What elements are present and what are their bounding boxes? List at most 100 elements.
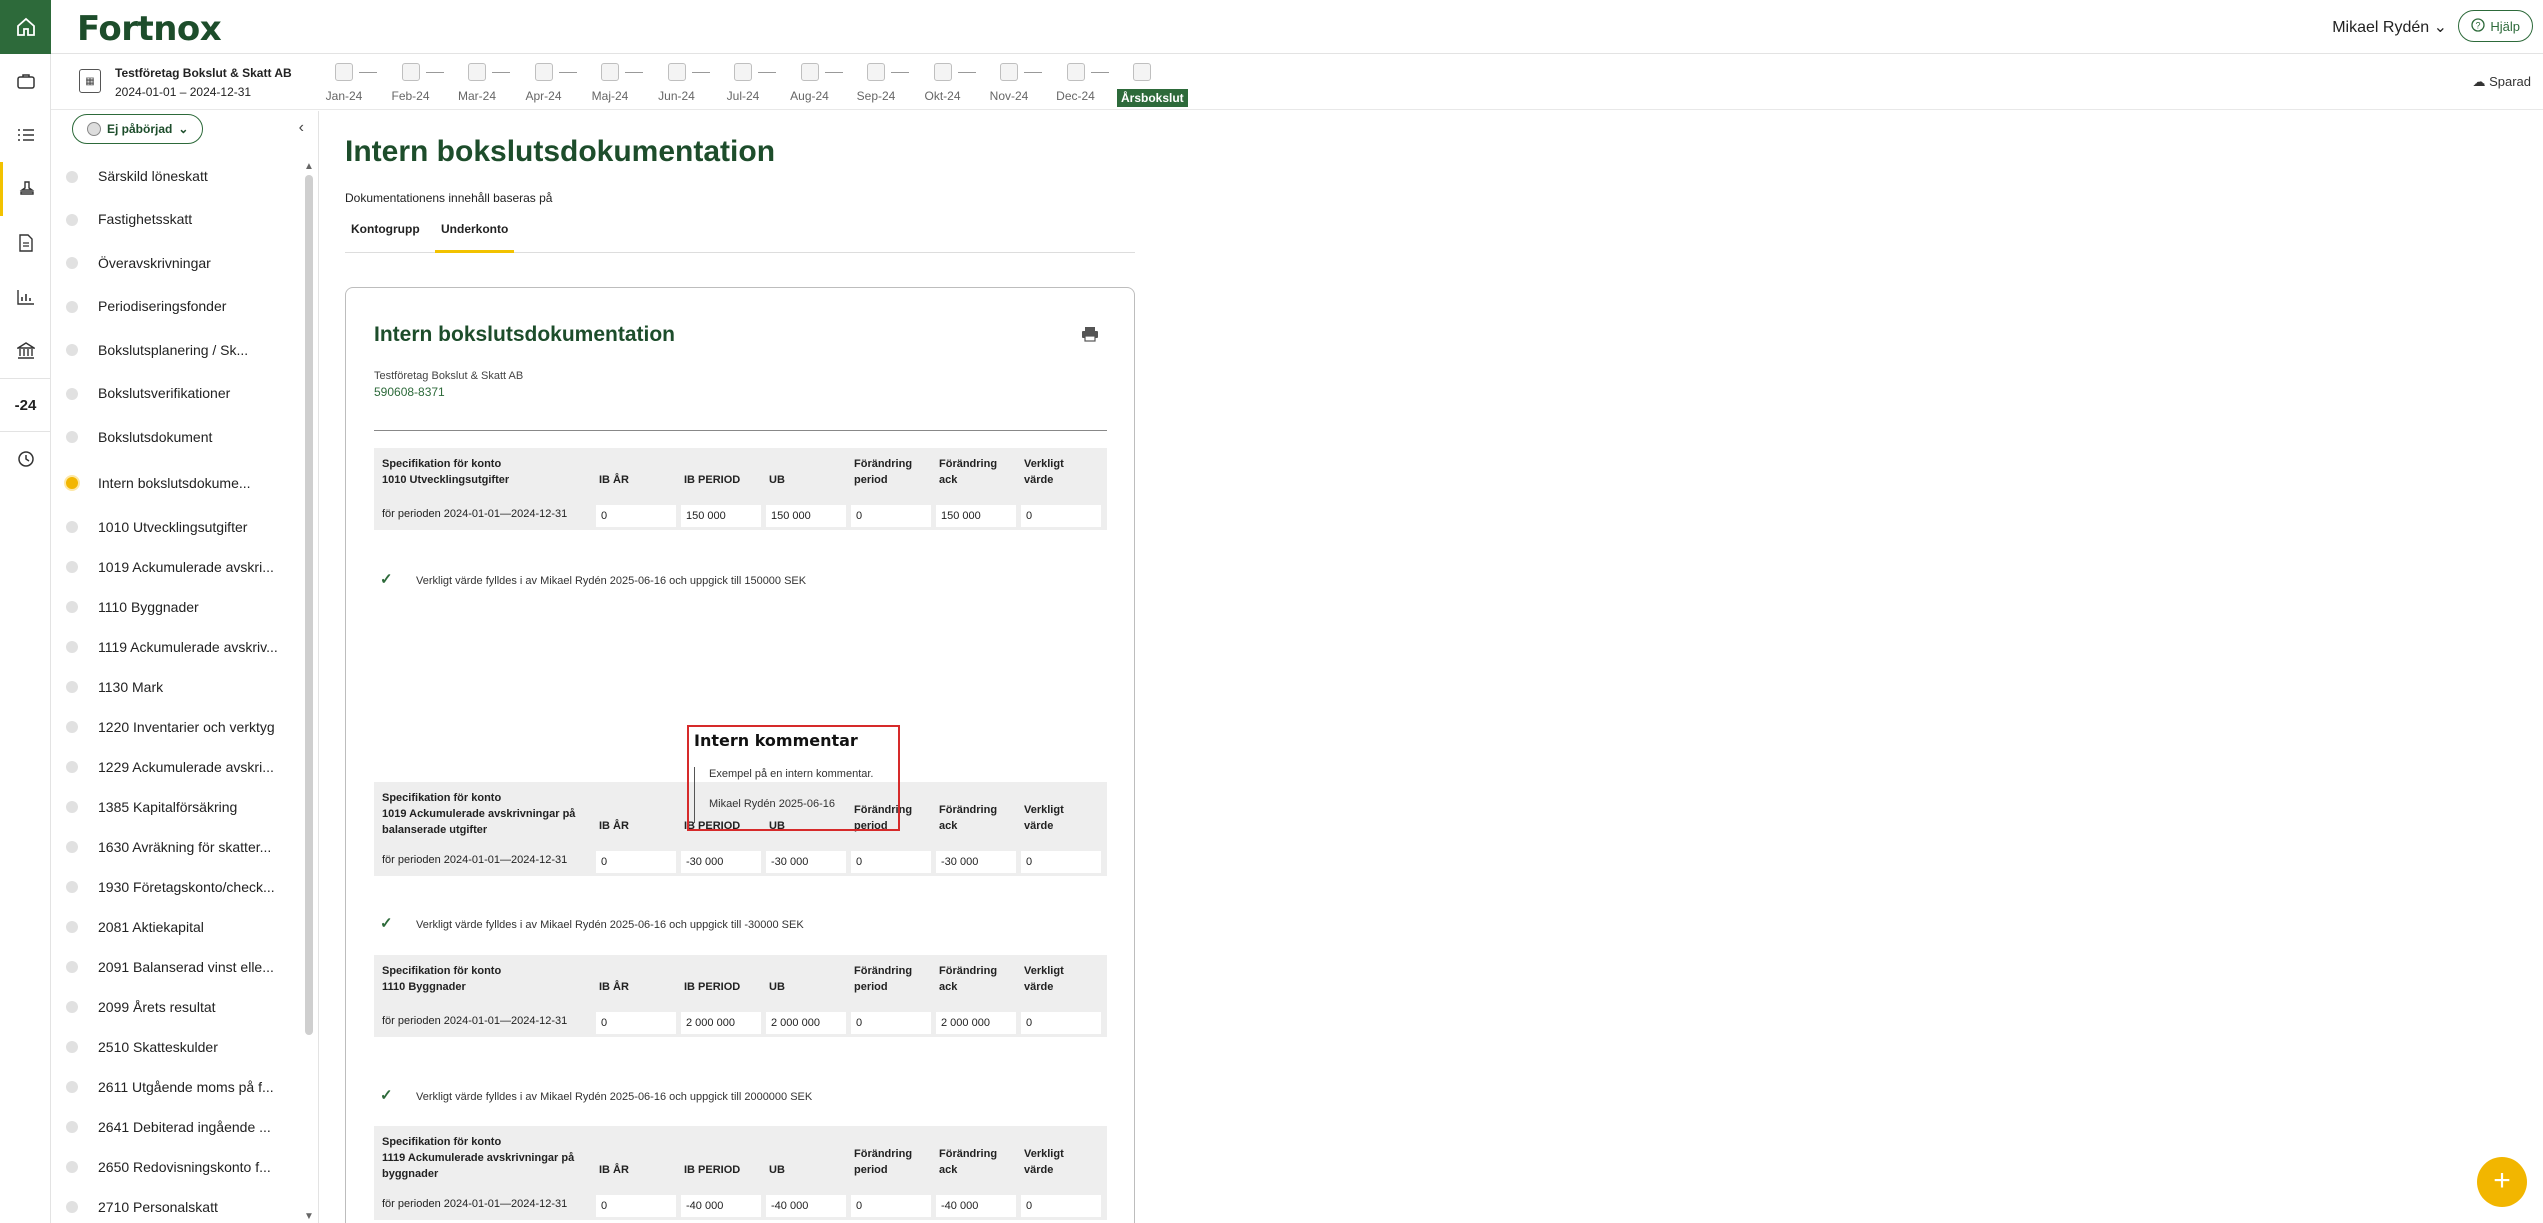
spec-value-cell: 0 — [851, 505, 931, 527]
sidebar-item[interactable]: Bokslutsdokument — [52, 415, 302, 459]
sidebar-item[interactable]: Särskild löneskatt — [52, 155, 302, 198]
sidebar-item[interactable]: 2091 Balanserad vinst elle... — [52, 947, 302, 987]
month-label: Dec-24 — [1056, 89, 1095, 103]
status-bullet-icon — [66, 1041, 78, 1053]
spec-value-cell: -40 000 — [681, 1195, 761, 1217]
home-icon[interactable] — [0, 0, 51, 54]
spec-column-header: Verkligt värde — [1024, 1148, 1064, 1176]
month-9[interactable]: Okt-24 — [918, 63, 968, 103]
check-icon: ✓ — [380, 1087, 393, 1104]
collapse-sidebar-icon[interactable]: ‹ — [299, 119, 304, 137]
spec-value-cell: 0 — [851, 1012, 931, 1034]
month-5[interactable]: Jun-24 — [652, 63, 702, 103]
month-0[interactable]: Jan-24 — [319, 63, 369, 103]
document-icon[interactable] — [0, 216, 51, 270]
month-10[interactable]: Nov-24 — [984, 63, 1034, 103]
sidebar-item[interactable]: Intern bokslutsdokume... — [52, 459, 302, 507]
timeline-connector — [891, 72, 909, 73]
status-dropdown[interactable]: Ej påbörjad ⌄ — [72, 114, 204, 144]
spec-row: för perioden 2024-01-01—2024-12-31 0 150 0… — [374, 500, 1107, 530]
verification-text: Verkligt värde fylldes i av Mikael Rydén… — [416, 919, 804, 931]
calendar-lock-icon — [867, 63, 885, 81]
history-icon[interactable] — [0, 432, 51, 486]
sidebar-item[interactable]: 2710 Personalskatt — [52, 1187, 302, 1223]
month-label: Mar-24 — [457, 89, 496, 103]
sidebar-item[interactable]: 1019 Ackumulerade avskri... — [52, 547, 302, 587]
sidebar-item[interactable]: 1010 Utvecklingsutgifter — [52, 507, 302, 547]
status-bullet-icon — [66, 257, 78, 269]
sidebar-item[interactable]: 1130 Mark — [52, 667, 302, 707]
fair-value-input[interactable]: 0 — [1021, 1195, 1101, 1217]
sidebar-item[interactable]: 1110 Byggnader — [52, 587, 302, 627]
spec-value-cell: 150 000 — [936, 505, 1016, 527]
spec-column-header: Verkligt värde — [1024, 458, 1064, 486]
spec-column-header: Förändring ack — [939, 458, 998, 486]
sidebar-item-label: 2091 Balanserad vinst elle... — [98, 959, 274, 975]
fair-value-input[interactable]: 0 — [1021, 505, 1101, 527]
month-4[interactable]: Maj-24 — [585, 63, 635, 103]
bank-icon[interactable] — [0, 324, 51, 378]
saved-status: ☁ Sparad — [2472, 74, 2531, 90]
main-content: Intern bokslutsdokumentation Dokumentati… — [320, 111, 2543, 1223]
help-button[interactable]: ? Hjälp — [2458, 10, 2533, 42]
tab-underkonto[interactable]: Underkonto — [435, 219, 515, 253]
top-bar: Fortnox Mikael Rydén ⌄ ? Hjälp — [51, 0, 2543, 54]
month-11[interactable]: Dec-24 — [1051, 63, 1101, 103]
divider — [374, 430, 1107, 431]
status-bullet-icon — [66, 387, 78, 400]
month-12[interactable]: Årsbokslut — [1117, 63, 1188, 107]
tab-kontogrupp[interactable]: Kontogrupp — [345, 219, 426, 253]
calendar-lock-icon — [534, 63, 553, 81]
year-selector[interactable]: -24 — [0, 378, 51, 432]
sidebar-item-label: Fastighetsskatt — [98, 211, 193, 227]
stamp-icon[interactable] — [0, 162, 51, 216]
internal-comment: Intern kommentar Exempel på en intern ko… — [687, 725, 900, 831]
month-2[interactable]: Mar-24 — [452, 63, 502, 103]
print-icon[interactable] — [1081, 326, 1099, 347]
saved-label: Sparad — [2489, 74, 2531, 89]
fair-value-input[interactable]: 0 — [1021, 851, 1101, 873]
sidebar-item[interactable]: 1630 Avräkning för skatter... — [52, 827, 302, 867]
scroll-up-icon[interactable]: ▲ — [304, 161, 314, 172]
status-bullet-icon — [66, 681, 78, 693]
comment-quote-bar — [694, 767, 695, 823]
sidebar-item[interactable]: 1220 Inventarier och verktyg — [52, 707, 302, 747]
scroll-down-icon[interactable]: ▼ — [304, 1211, 314, 1222]
chart-icon[interactable] — [0, 270, 51, 324]
month-8[interactable]: Sep-24 — [851, 63, 901, 103]
month-6[interactable]: Jul-24 — [718, 63, 768, 103]
month-label: Aug-24 — [790, 89, 829, 103]
month-7[interactable]: Aug-24 — [785, 63, 835, 103]
sidebar-item[interactable]: 2510 Skatteskulder — [52, 1027, 302, 1067]
sidebar-item-label: 2641 Debiterad ingående ... — [98, 1119, 271, 1135]
sidebar-item[interactable]: 2641 Debiterad ingående ... — [52, 1107, 302, 1147]
sidebar-item[interactable]: Bokslutsplanering / Sk... — [52, 328, 302, 372]
fair-value-input[interactable]: 0 — [1021, 1012, 1101, 1034]
sidebar-item[interactable]: Bokslutsverifikationer — [52, 372, 302, 415]
sidebar-item[interactable]: 1119 Ackumulerade avskriv... — [52, 627, 302, 667]
sidebar-item[interactable]: 2081 Aktiekapital — [52, 907, 302, 947]
sidebar-item[interactable]: Periodiseringsfonder — [52, 285, 302, 328]
scroll-thumb[interactable] — [305, 175, 313, 1035]
sidebar-nav: Särskild löneskatt Fastighetsskatt Överavs… — [52, 155, 302, 1223]
sidebar-item-label: 1119 Ackumulerade avskriv... — [98, 639, 278, 655]
sidebar-item[interactable]: Fastighetsskatt — [52, 198, 302, 241]
month-1[interactable]: Feb-24 — [386, 63, 436, 103]
add-fab-button[interactable]: + — [2477, 1157, 2527, 1207]
sidebar-item[interactable]: 2099 Årets resultat — [52, 987, 302, 1027]
month-3[interactable]: Apr-24 — [519, 63, 569, 103]
briefcase-icon[interactable] — [0, 54, 51, 108]
sidebar-item[interactable]: 1229 Ackumulerade avskri... — [52, 747, 302, 787]
user-menu[interactable]: Mikael Rydén ⌄ — [2332, 17, 2447, 37]
fortnox-logo[interactable]: Fortnox — [77, 9, 222, 49]
sidebar-item[interactable]: Överavskrivningar — [52, 241, 302, 285]
basis-label: Dokumentationens innehåll baseras på — [345, 191, 553, 205]
calendar-lock-icon — [800, 63, 819, 81]
sidebar-item[interactable]: 2611 Utgående moms på f... — [52, 1067, 302, 1107]
checklist-icon[interactable] — [0, 108, 51, 162]
sidebar-item[interactable]: 1930 Företagskonto/check... — [52, 867, 302, 907]
sidebar-scrollbar[interactable]: ▲ ▼ — [304, 161, 314, 1222]
sidebar-item[interactable]: 2650 Redovisningskonto f... — [52, 1147, 302, 1187]
company-icon[interactable]: ▦ — [79, 69, 101, 93]
sidebar-item[interactable]: 1385 Kapitalförsäkring — [52, 787, 302, 827]
